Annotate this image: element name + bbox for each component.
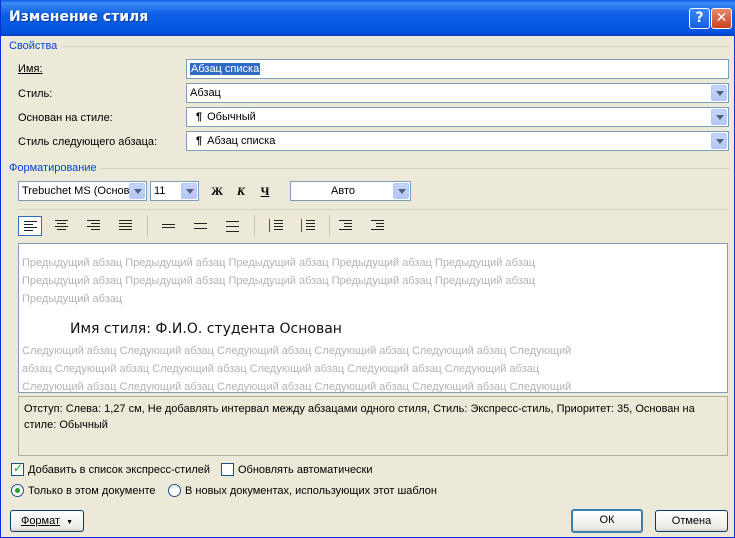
name-input-value: Абзац списка <box>190 63 261 75</box>
formatting-section-label: Форматирование <box>9 162 101 174</box>
toolbar-divider <box>18 209 728 210</box>
add-to-quick-styles-label: Добавить в список экспресс-стилей <box>28 464 211 476</box>
font-size-value: 11 <box>154 185 166 197</box>
modify-style-dialog: Изменение стиля ? ✕ Свойства Имя: Абзац … <box>0 0 735 538</box>
triangle-down-icon: ▼ <box>66 519 74 526</box>
based-on-label: Основан на стиле: <box>18 112 113 124</box>
format-button[interactable]: Формат ▼ <box>10 510 84 532</box>
chevron-down-icon[interactable] <box>711 85 727 101</box>
only-this-document-label: Только в этом документе <box>28 485 156 497</box>
close-icon[interactable]: ✕ <box>711 8 732 29</box>
font-color-value: Авто <box>331 185 355 197</box>
font-name-value: Trebuchet MS (Основ <box>22 185 130 197</box>
bold-button[interactable]: Ж <box>207 181 227 201</box>
style-select-value: Абзац <box>190 87 221 99</box>
font-name-select[interactable]: Trebuchet MS (Основ <box>18 181 147 201</box>
formatting-divider <box>101 168 729 169</box>
previous-paragraph-line: Предыдущий абзац Предыдущий абзац Предыд… <box>22 257 536 269</box>
single-spacing-button[interactable] <box>157 216 181 236</box>
based-on-select[interactable]: ¶ Обычный <box>186 107 729 127</box>
chevron-down-icon[interactable] <box>711 109 727 125</box>
next-style-select[interactable]: ¶ Абзац списка <box>186 131 729 151</box>
title-bar[interactable]: Изменение стиля ? ✕ <box>1 0 735 36</box>
cancel-button[interactable]: Отмена <box>655 510 728 532</box>
based-on-select-value: Обычный <box>207 111 256 123</box>
underline-button[interactable]: Ч <box>255 181 275 201</box>
font-color-select[interactable]: Авто <box>290 181 411 201</box>
align-right-button[interactable] <box>82 216 106 236</box>
previous-paragraph-line: Предыдущий абзац <box>22 293 123 305</box>
style-preview: Предыдущий абзац Предыдущий абзац Предыд… <box>18 243 728 393</box>
format-button-label: Формат <box>20 515 61 527</box>
chevron-down-icon[interactable] <box>711 133 727 149</box>
one-half-spacing-button[interactable] <box>189 216 213 236</box>
style-select[interactable]: Абзац <box>186 83 729 103</box>
space-before-button[interactable] <box>264 216 288 236</box>
double-spacing-button[interactable] <box>221 216 245 236</box>
ok-button[interactable]: ОК <box>571 509 643 533</box>
only-this-document-radio[interactable] <box>11 484 24 497</box>
next-paragraph-line: Следующий абзац Следующий абзац Следующи… <box>22 381 572 393</box>
new-documents-radio[interactable] <box>168 484 181 497</box>
style-description: Отступ: Слева: 1,27 см, Не добавлять инт… <box>18 396 728 456</box>
next-style-select-value: Абзац списка <box>207 135 276 147</box>
name-input[interactable]: Абзац списка <box>186 59 729 79</box>
help-icon[interactable]: ? <box>689 8 710 29</box>
justify-button[interactable] <box>114 216 138 236</box>
next-paragraph-line: абзац Следующий абзац Следующий абзац Сл… <box>22 363 540 375</box>
style-label: Стиль: <box>18 88 53 100</box>
chevron-down-icon[interactable] <box>129 183 145 199</box>
toolbar-separator <box>254 215 255 237</box>
space-after-button[interactable] <box>296 216 320 236</box>
sample-text: Имя стиля: Ф.И.О. студента Основан <box>70 321 342 337</box>
font-size-select[interactable]: 11 <box>150 181 199 201</box>
previous-paragraph-line: Предыдущий абзац Предыдущий абзац Предыд… <box>22 275 536 287</box>
align-center-button[interactable] <box>50 216 74 236</box>
toolbar-separator <box>329 215 330 237</box>
decrease-indent-button[interactable] <box>334 216 358 236</box>
next-style-label: Стиль следующего абзаца: <box>18 136 158 148</box>
chevron-down-icon[interactable] <box>393 183 409 199</box>
auto-update-label: Обновлять автоматически <box>238 464 373 476</box>
toolbar-separator <box>147 215 148 237</box>
next-paragraph-line: Следующий абзац Следующий абзац Следующи… <box>22 345 572 357</box>
properties-divider <box>61 46 729 47</box>
chevron-down-icon[interactable] <box>181 183 197 199</box>
align-left-button[interactable] <box>18 216 42 236</box>
paragraph-icon: ¶ <box>196 135 203 147</box>
name-label: Имя: <box>18 63 43 75</box>
properties-section-label: Свойства <box>9 40 62 52</box>
italic-button[interactable]: К <box>231 181 251 201</box>
increase-indent-button[interactable] <box>366 216 390 236</box>
window-title: Изменение стиля <box>9 9 149 25</box>
new-documents-label: В новых документах, использующих этот ша… <box>185 485 437 497</box>
auto-update-checkbox[interactable] <box>221 463 234 476</box>
add-to-quick-styles-checkbox[interactable] <box>11 461 24 476</box>
paragraph-icon: ¶ <box>196 111 203 123</box>
